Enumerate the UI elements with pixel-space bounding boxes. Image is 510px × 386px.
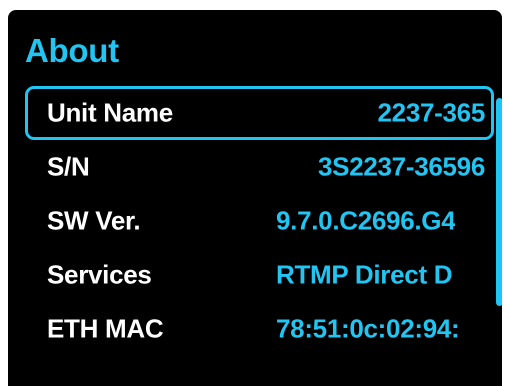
unit-name-value: 2237-365 — [377, 97, 486, 128]
services-value: RTMP Direct D — [276, 259, 453, 290]
list-item-eth-mac[interactable]: ETH MAC 78:51:0c:02:94: — [25, 302, 494, 356]
eth-mac-label: ETH MAC — [47, 313, 164, 344]
unit-name-label: Unit Name — [47, 97, 173, 128]
list-item-services[interactable]: Services RTMP Direct D — [25, 248, 494, 302]
about-list: Unit Name 2237-365 S/N 3S2237-36596 SW V… — [25, 86, 494, 356]
serial-number-value: 3S2237-36596 — [318, 151, 485, 182]
services-label: Services — [47, 259, 152, 290]
scrollbar[interactable] — [496, 98, 502, 306]
list-item-serial-number[interactable]: S/N 3S2237-36596 — [25, 140, 494, 194]
list-item-software-version[interactable]: SW Ver. 9.7.0.C2696.G4 — [25, 194, 494, 248]
page-title: About — [25, 32, 119, 69]
software-version-label: SW Ver. — [47, 205, 141, 236]
list-item-unit-name[interactable]: Unit Name 2237-365 — [25, 86, 494, 140]
serial-number-label: S/N — [47, 151, 90, 182]
about-screen: About Unit Name 2237-365 S/N 3S2237-3659… — [8, 10, 502, 386]
software-version-value: 9.7.0.C2696.G4 — [276, 205, 456, 236]
eth-mac-value: 78:51:0c:02:94: — [276, 313, 460, 344]
